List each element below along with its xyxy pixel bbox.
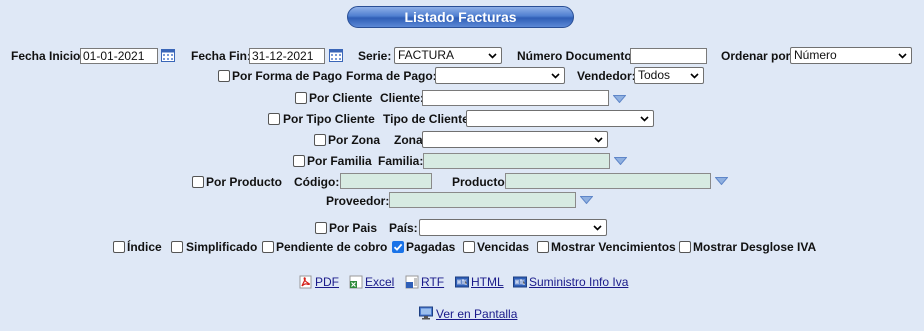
dropdown-triangle-icon[interactable] [614,157,627,165]
chevron-down-icon [690,73,699,79]
forma-pago-select[interactable] [435,67,565,84]
vencidas-label: Vencidas [477,240,530,254]
ordenar-por-value: Número [794,48,837,62]
ordenar-por-select[interactable]: Número [790,47,912,64]
calendar-icon[interactable] [329,49,343,62]
page-title: Listado Facturas [347,6,574,28]
serie-value: FACTURA [398,48,455,62]
mostrar-vencimientos-label: Mostrar Vencimientos [551,240,676,254]
indice-label: Índice [127,240,162,254]
vendedor-value: Todos [638,68,671,82]
simplificado-checkbox[interactable] [171,241,183,253]
rtf-icon[interactable] [405,275,419,289]
por-forma-pago-checkbox[interactable] [218,70,230,82]
checkmark-icon [393,243,403,251]
por-tipo-cliente-checkbox[interactable] [268,113,280,125]
chevron-down-icon [488,53,497,59]
pdf-icon[interactable] [299,275,313,289]
monitor-icon[interactable] [419,306,433,320]
vendedor-select[interactable]: Todos [634,67,704,84]
por-cliente-checkbox[interactable] [295,92,307,104]
proveedor-input[interactable] [389,192,576,208]
chevron-down-icon [593,225,602,231]
tipo-cliente-label: Tipo de Cliente [383,112,469,126]
pais-label: País: [389,221,418,235]
codigo-label: Código: [294,175,340,189]
serie-select[interactable]: FACTURA [394,47,502,64]
dropdown-triangle-icon[interactable] [613,95,626,103]
export-suministro-info-iva-link[interactable]: Suministro Info Iva [529,275,628,289]
excel-icon[interactable] [349,275,363,289]
producto-label: Producto: [452,175,509,189]
por-zona-label: Por Zona [328,133,381,147]
html-icon[interactable] [513,275,527,289]
familia-label: Familia: [378,154,424,168]
por-cliente-label: Por Cliente [309,91,373,105]
mostrar-desglose-iva-label: Mostrar Desglose IVA [693,240,817,254]
ver-en-pantalla-link[interactable]: Ver en Pantalla [436,307,517,321]
cliente-label: Cliente: [380,91,425,105]
export-excel-link[interactable]: Excel [365,275,394,289]
indice-checkbox[interactable] [113,241,125,253]
export-html-link[interactable]: HTML [471,275,504,289]
zona-label: Zona [394,133,423,147]
zona-select[interactable] [422,131,608,148]
pais-select[interactable] [419,219,607,236]
numero-documento-input[interactable] [630,48,707,64]
cliente-input[interactable] [422,90,609,106]
chevron-down-icon [594,137,603,143]
por-producto-label: Por Producto [206,175,283,189]
serie-label: Serie: [358,49,392,63]
pendiente-cobro-checkbox[interactable] [262,241,274,253]
forma-pago-label: Forma de Pago: [346,69,437,83]
fecha-fin-label: Fecha Fin: [191,49,252,63]
codigo-input[interactable] [340,173,432,189]
por-zona-checkbox[interactable] [314,134,326,146]
tipo-cliente-select[interactable] [466,110,654,127]
calendar-icon[interactable] [161,49,175,62]
proveedor-label: Proveedor: [326,194,390,208]
mostrar-desglose-iva-checkbox[interactable] [679,241,691,253]
por-familia-label: Por Familia [307,154,372,168]
pagadas-checkbox[interactable] [392,241,404,253]
familia-input[interactable] [423,153,610,169]
ordenar-por-label: Ordenar por: [721,49,795,63]
vencidas-checkbox[interactable] [463,241,475,253]
pagadas-label: Pagadas [406,240,456,254]
mostrar-vencimientos-checkbox[interactable] [537,241,549,253]
vendedor-label: Vendedor: [577,69,636,83]
por-forma-pago-label: Por Forma de Pago [232,69,343,83]
pendiente-cobro-label: Pendiente de cobro [276,240,388,254]
fecha-fin-input[interactable]: 31-12-2021 [249,48,325,64]
export-rtf-link[interactable]: RTF [421,275,444,289]
chevron-down-icon [551,73,560,79]
por-pais-checkbox[interactable] [315,222,327,234]
por-pais-label: Por Pais [329,221,378,235]
por-tipo-cliente-label: Por Tipo Cliente [283,112,375,126]
html-icon[interactable] [455,275,469,289]
fecha-inicio-label: Fecha Inicio: [11,49,85,63]
dropdown-triangle-icon[interactable] [715,177,728,185]
simplificado-label: Simplificado [186,240,258,254]
producto-input[interactable] [505,173,711,189]
por-producto-checkbox[interactable] [192,176,204,188]
chevron-down-icon [898,53,907,59]
fecha-inicio-input[interactable]: 01-01-2021 [80,48,158,64]
chevron-down-icon [640,116,649,122]
por-familia-checkbox[interactable] [293,155,305,167]
dropdown-triangle-icon[interactable] [580,196,593,204]
numero-documento-label: Número Documento: [517,49,636,63]
export-pdf-link[interactable]: PDF [315,275,339,289]
